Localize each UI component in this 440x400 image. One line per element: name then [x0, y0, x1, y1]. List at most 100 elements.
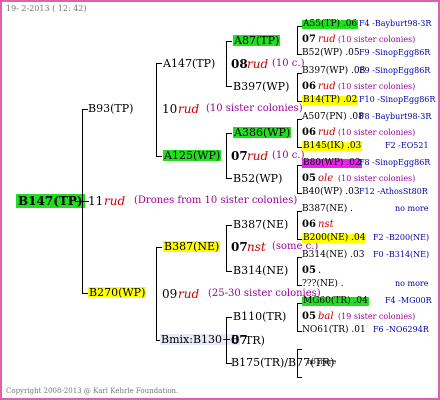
g4-info2: no more	[395, 279, 429, 288]
g4-code[interactable]: B387(NE) .	[302, 205, 353, 214]
root-gen-mark: rud	[104, 194, 126, 208]
g4-mark: rud	[318, 34, 336, 45]
gp-gen-num: 07	[231, 149, 248, 163]
father-gen-mark: rud	[178, 102, 200, 116]
gp-gen-num: 07	[231, 240, 248, 254]
g4-sis: (10 sister colonies)	[338, 35, 416, 44]
branch-line	[226, 41, 232, 42]
root-gen-num: 11	[88, 194, 104, 208]
father-code[interactable]: B93(TP)	[88, 103, 133, 114]
branch-line	[226, 225, 227, 271]
mother-gen-num: 09	[162, 287, 178, 301]
g4-mark: rud	[318, 81, 336, 92]
gp-gen-num: 08	[231, 57, 248, 71]
g4-code2[interactable]: NO61(TR) .01	[302, 326, 366, 335]
branch-line	[297, 303, 298, 331]
gp-code[interactable]: A147(TP)	[163, 58, 215, 69]
branch-line	[226, 225, 232, 226]
g4-info2: F2 -EO521	[385, 141, 429, 150]
gp-gen-mark: nst	[247, 240, 266, 254]
g4-mark: bal	[318, 311, 334, 322]
g4-code2[interactable]: B40(WP) .03	[302, 188, 360, 197]
g4-num: 06	[302, 81, 316, 92]
branch-line	[226, 133, 227, 178]
g4-num: 05	[302, 311, 316, 322]
g4-code[interactable]: A55(TP) .06	[302, 20, 359, 29]
g4-info: F8 -SinopEgg86R	[359, 158, 431, 167]
g4-code2[interactable]: B14(TP) .02	[302, 96, 359, 105]
branch-line	[226, 317, 232, 318]
branch-line	[297, 349, 302, 350]
g4-code2[interactable]: B52(WP) .05	[302, 49, 360, 58]
ggp-code[interactable]: B314(NE)	[233, 265, 288, 276]
gp-code-tail: TR)	[245, 334, 265, 347]
ggp-code[interactable]: B52(WP)	[233, 173, 282, 184]
mother-code[interactable]: B270(WP)	[88, 287, 147, 298]
father-gen-num: 10	[162, 102, 178, 116]
g4-info: F9 -SinopEgg86R	[359, 66, 431, 75]
gp-gen-mark: rud	[247, 57, 269, 71]
copyright: Copyright 2008-2013 @ Karl Kehrle Founda…	[6, 387, 179, 395]
g4-num: 06	[302, 127, 316, 138]
g4-code2[interactable]: ???(NE) .	[302, 280, 344, 289]
branch-line	[226, 271, 232, 272]
branch-line	[226, 41, 227, 86]
g4-sis: (10 sister colonies)	[338, 128, 416, 137]
g4-mark: nst	[318, 219, 334, 230]
branch-line	[297, 165, 298, 193]
gp-sisters: (10 c.)	[272, 150, 305, 161]
gp-sisters: (10 c.)	[272, 58, 305, 69]
g4-code[interactable]: MG60(TR) .04	[302, 297, 369, 306]
branch-line	[156, 156, 162, 157]
g4-info2: F2 -B200(NE)	[373, 233, 430, 242]
branch-line	[297, 257, 298, 285]
g4-code2[interactable]: B200(NE) .04	[302, 234, 367, 243]
ggp-code[interactable]: A386(WP)	[233, 127, 292, 138]
g4-sis: (10 sister colonies)	[338, 82, 416, 91]
gp-code[interactable]: B387(NE)	[163, 241, 221, 252]
g4-num: 05	[302, 173, 316, 184]
g4-info: F8 -Bayburt98-3R	[359, 112, 432, 121]
branch-line	[156, 247, 157, 340]
g4-num: 06	[302, 219, 316, 230]
g4-code[interactable]: B314(NE) .03	[302, 251, 364, 260]
ggp-code[interactable]: B110(TR)	[233, 311, 286, 322]
g4-code2[interactable]: B145(IK) .03	[302, 142, 363, 151]
gp-code[interactable]: Bmix:B130+B	[160, 334, 241, 345]
gp-code[interactable]: A125(WP)	[163, 150, 222, 161]
branch-line	[82, 109, 83, 293]
ggp-code[interactable]: B387(NE)	[233, 219, 288, 230]
branch-line	[156, 247, 162, 248]
root-drones: (Drones from 10 sister colonies)	[134, 195, 298, 206]
branch-line	[297, 377, 302, 378]
mother-gen-mark: rud	[178, 287, 200, 301]
g4-mark: rud	[318, 127, 336, 138]
branch-line	[226, 317, 227, 363]
g4-mark: ole	[318, 173, 334, 184]
ggp-code[interactable]: A87(TP)	[233, 35, 281, 46]
g4-info: F4 -Bayburt98-3R	[359, 19, 432, 28]
branch-line	[297, 349, 298, 377]
g4-info2: F6 -NO6294R	[373, 325, 429, 334]
ggp-tail: no more	[307, 358, 337, 366]
g4-sis: (10 sister colonies)	[338, 174, 416, 183]
g4-sis: (19 sister colonies)	[338, 312, 416, 321]
branch-line	[156, 63, 162, 64]
ggp-code[interactable]: B397(WP)	[233, 81, 289, 92]
g4-code[interactable]: A507(PN) .08	[302, 113, 364, 122]
branch-line	[297, 119, 298, 147]
father-sisters: (10 sister colonies)	[206, 103, 303, 114]
g4-code[interactable]: B397(WP) .08	[302, 67, 365, 76]
g4-info: F4 -MG00R	[385, 296, 432, 305]
g4-mark: .	[318, 265, 322, 276]
pedigree-canvas: 19- 2-2013 ( 12: 42) Copyright 2008-2013…	[0, 0, 440, 400]
g4-code[interactable]: B80(WP) .02	[302, 159, 362, 168]
branch-line	[156, 63, 157, 156]
branch-line	[297, 26, 298, 54]
g4-info: no more	[395, 204, 429, 213]
g4-info: F0 -B314(NE)	[373, 250, 430, 259]
g4-info2: F9 -SinopEgg86R	[359, 48, 431, 57]
branch-line	[297, 73, 298, 101]
branch-line	[226, 133, 232, 134]
branch-line	[226, 86, 232, 87]
